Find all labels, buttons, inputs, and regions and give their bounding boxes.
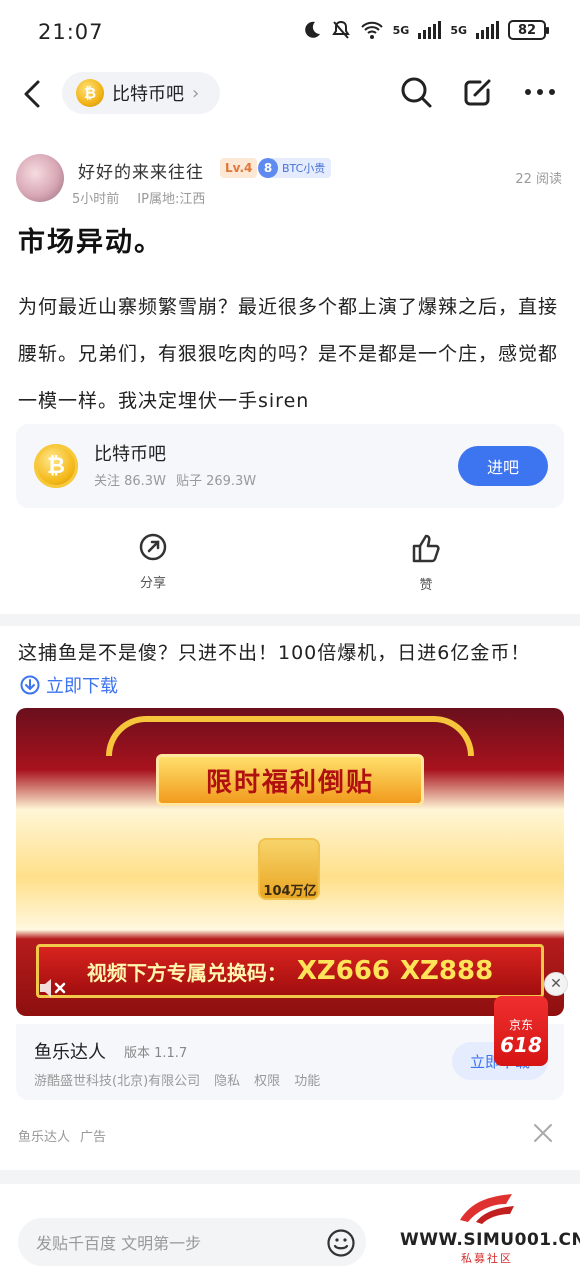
forum-posts: 贴子 269.3W xyxy=(175,474,257,489)
signal-icon-2 xyxy=(476,21,499,39)
ad-app-meta: 游酷盛世科技(北京)有限公司 隐私 权限 功能 xyxy=(34,1070,320,1089)
ad-code-2: XZ888 xyxy=(400,956,494,986)
forum-card[interactable]: ₿ 比特币吧 关注 86.3W 贴子 269.3W 进吧 xyxy=(16,424,564,508)
section-divider xyxy=(0,614,580,626)
enter-forum-button[interactable]: 进吧 xyxy=(458,446,548,486)
ad-coin-label: 104万亿 xyxy=(263,884,317,899)
status-time: 21:07 xyxy=(38,20,104,44)
post-title: 市场异动。 xyxy=(18,227,163,258)
ad-app-name: 鱼乐达人 xyxy=(34,1042,106,1063)
battery-icon: 82 xyxy=(508,20,549,40)
member-badge-text: BTC小贵 xyxy=(272,158,332,178)
watermark-sub: 私募社区 xyxy=(461,1252,513,1265)
post-time: 5小时前 xyxy=(72,192,120,207)
more-dots-icon xyxy=(525,89,555,95)
thumbs-up-icon xyxy=(412,534,440,563)
status-icons: 5G 5G 82 xyxy=(302,20,549,40)
jd-badge-top: 京东 xyxy=(508,1018,533,1032)
mute-icon[interactable] xyxy=(38,976,66,1000)
chevron-left-icon xyxy=(24,80,40,108)
forum-pill-name: 比特币吧 xyxy=(112,84,184,105)
forum-card-stats: 关注 86.3W 贴子 269.3W xyxy=(94,470,256,489)
author-name[interactable]: 好好的来来往往 xyxy=(78,158,204,183)
ad-side-close-icon[interactable]: ✕ xyxy=(544,972,568,996)
watermark-url: WWW.SIMU001.CN xyxy=(400,1230,580,1250)
moon-icon xyxy=(304,21,320,38)
download-icon xyxy=(20,675,40,695)
ad-app-permission-link[interactable]: 权限 xyxy=(254,1070,280,1089)
ad-app-function-link[interactable]: 功能 xyxy=(294,1070,320,1089)
post-actions: 分享 赞 xyxy=(0,532,580,602)
ad-source-tag: 广告 xyxy=(80,1130,107,1145)
ad-app-version: 版本 1.1.7 xyxy=(124,1046,188,1061)
member-badge-number: 8 xyxy=(258,158,278,178)
edit-icon xyxy=(464,79,491,106)
member-badge: 8 BTC小贵 xyxy=(258,157,332,179)
avatar[interactable] xyxy=(16,154,64,202)
ad-headline[interactable]: 这捕鱼是不是傻？只进不出！100倍爆机，日进6亿金币！ xyxy=(18,638,530,665)
author-meta: 5小时前 IP属地:江西 xyxy=(72,188,205,207)
jd-618-floating-badge[interactable]: 京东 618 xyxy=(494,996,548,1066)
chevron-right-icon: › xyxy=(192,82,200,104)
signal-icon xyxy=(418,21,442,39)
mute-bell-icon xyxy=(331,20,350,39)
share-icon xyxy=(139,533,167,561)
post-body: 为何最近山寨频繁雪崩？最近很多个都上演了爆辣之后，直接腰斩。兄弟们，有狠狠吃肉的… xyxy=(18,296,559,412)
ad-banner-title: 限时福利倒贴 xyxy=(156,754,424,806)
forum-card-name: 比特币吧 xyxy=(94,444,166,465)
forum-follows: 关注 86.3W xyxy=(94,474,166,489)
more-button[interactable] xyxy=(522,74,558,110)
search-button[interactable] xyxy=(398,74,434,110)
section-divider xyxy=(0,1170,580,1184)
watermark: WWW.SIMU001.CN 私募社区 xyxy=(400,1190,580,1274)
wifi-icon xyxy=(360,21,383,39)
ad-app-card[interactable]: 鱼乐达人 版本 1.1.7 游酷盛世科技(北京)有限公司 隐私 权限 功能 立即… xyxy=(16,1024,564,1100)
back-button[interactable] xyxy=(18,76,50,112)
ad-app-privacy-link[interactable]: 隐私 xyxy=(214,1070,240,1089)
ad-code-1: XZ666 xyxy=(296,956,390,986)
like-label: 赞 xyxy=(419,578,433,593)
ad-app-company: 游酷盛世科技(北京)有限公司 xyxy=(34,1074,201,1089)
reply-input[interactable]: 发贴千百度 文明第一步 xyxy=(18,1218,366,1266)
close-icon[interactable] xyxy=(532,1122,554,1144)
ad-source: 鱼乐达人 广告 xyxy=(18,1126,106,1145)
network-label-1: 5G xyxy=(392,23,410,37)
ad-download-link[interactable]: 立即下载 xyxy=(20,672,118,698)
ad-download-label: 立即下载 xyxy=(46,676,118,697)
level-badge: Lv.4 xyxy=(220,158,258,178)
read-count: 22 阅读 xyxy=(515,172,562,187)
ip-location: IP属地:江西 xyxy=(137,192,206,207)
network-label-2: 5G xyxy=(450,23,467,37)
status-bar: 21:07 5G 5G 82 xyxy=(0,0,580,64)
jd-badge-number: 618 xyxy=(500,1033,542,1057)
nav-bar: ₿ 比特币吧 › xyxy=(0,64,580,124)
ad-source-name: 鱼乐达人 xyxy=(18,1130,71,1145)
author-header: 好好的来来往往 Lv.4 8 BTC小贵 5小时前 IP属地:江西 22 阅读 xyxy=(0,152,580,208)
bitcoin-icon: ₿ xyxy=(76,79,104,107)
like-button[interactable]: 赞 xyxy=(386,532,466,593)
nav-actions xyxy=(398,74,558,110)
watermark-logo-icon xyxy=(460,1194,514,1224)
ad-video[interactable]: 限时福利倒贴 104万亿 视频下方专属兑换码： XZ666 XZ888 xyxy=(16,708,564,1016)
search-icon xyxy=(401,77,432,108)
share-button[interactable]: 分享 xyxy=(113,532,193,591)
emoji-icon[interactable] xyxy=(326,1228,356,1258)
ad-code-bar: 视频下方专属兑换码： XZ666 XZ888 xyxy=(36,944,544,998)
edit-button[interactable] xyxy=(460,74,496,110)
ad-code-label: 视频下方专属兑换码： xyxy=(86,960,287,985)
share-label: 分享 xyxy=(139,576,166,591)
bitcoin-icon: ₿ xyxy=(34,444,78,488)
forum-pill[interactable]: ₿ 比特币吧 › xyxy=(62,72,220,114)
ad-arch-decoration xyxy=(106,716,474,756)
